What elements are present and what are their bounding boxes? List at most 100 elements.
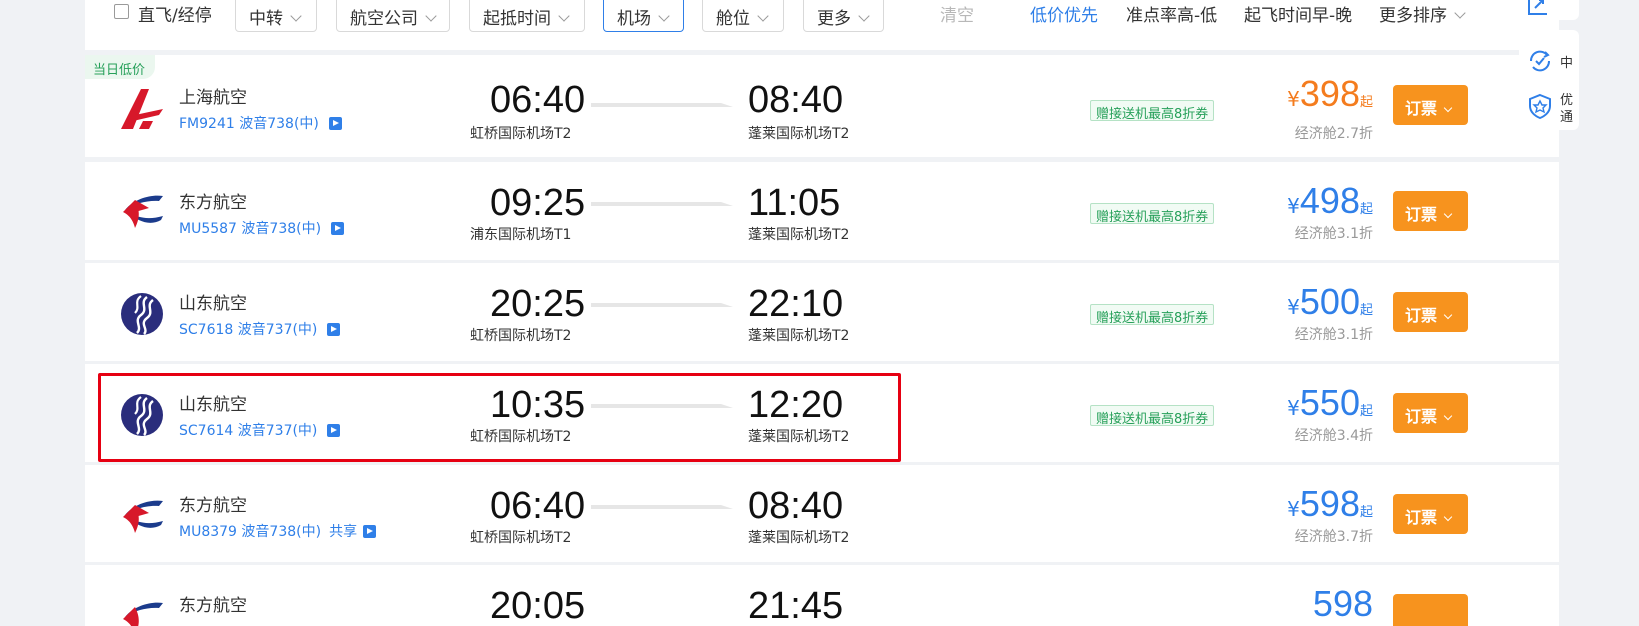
shanghai-airlines-logo: [121, 89, 163, 129]
flight-row[interactable]: 东方航空 20:05 21:45 598: [85, 565, 1559, 626]
price-suffix: 起: [1359, 505, 1373, 520]
arrival-time: 22:10: [748, 283, 844, 325]
departure-time: 20:25: [490, 283, 586, 325]
airline-dropdown-label: 航空公司: [350, 9, 418, 29]
flight-arrow-icon: [591, 505, 733, 509]
flight-row[interactable]: 当日低价 上海航空 FM9241 波音738(中) 06:40 虹桥国际机场T2…: [85, 55, 1559, 157]
play-icon[interactable]: [328, 117, 342, 130]
share-icon: [1528, 0, 1547, 15]
book-button-label: 订票: [1405, 306, 1438, 325]
china-eastern-logo: [123, 602, 163, 626]
price-amount: 550: [1299, 382, 1360, 423]
cabin-discount: 经济舱3.4折: [1294, 428, 1373, 444]
book-button-label: 订票: [1405, 407, 1438, 426]
book-button-label: 订票: [1405, 99, 1438, 118]
cabin-discount: 经济舱2.7折: [1294, 126, 1373, 142]
play-icon[interactable]: [327, 323, 341, 336]
sort-lowest-price[interactable]: 低价优先: [1030, 1, 1098, 26]
departure-time: 06:40: [490, 485, 586, 527]
currency-symbol: ¥: [1287, 87, 1300, 111]
price-amount: 598: [1312, 583, 1373, 624]
chevron-down-icon: [1443, 512, 1453, 522]
price: ¥598起: [1287, 483, 1373, 525]
side-tool-text: 中: [1560, 56, 1574, 71]
play-icon[interactable]: [331, 222, 345, 235]
arrival-time: 21:45: [748, 585, 844, 626]
price-suffix: 起: [1359, 303, 1373, 318]
flight-arrow-icon: [591, 103, 733, 107]
departure-airport: 浦东国际机场T1: [470, 227, 572, 243]
sort-departure-time[interactable]: 起飞时间早-晚: [1244, 1, 1352, 26]
flight-number: MU5587: [179, 221, 237, 237]
book-button[interactable]: [1393, 594, 1468, 626]
departure-airport: 虹桥国际机场T2: [470, 530, 572, 546]
currency-symbol: ¥: [1287, 396, 1300, 420]
flight-number: FM9241: [179, 116, 235, 132]
filter-bar: 直飞/经停 中转 航空公司 起抵时间 机场 舱位 更多 清空 低价优先 准点率高…: [85, 0, 1559, 50]
price: ¥550起: [1287, 382, 1373, 424]
cabin-dropdown[interactable]: 舱位: [702, 0, 784, 32]
flight-info[interactable]: MU8379 波音738(中) 共享: [179, 521, 377, 541]
cabin-discount: 经济舱3.7折: [1294, 529, 1373, 545]
chevron-down-icon: [1443, 310, 1453, 320]
price-suffix: 起: [1359, 202, 1373, 217]
price: ¥498起: [1287, 180, 1373, 222]
price-suffix: 起: [1359, 404, 1373, 419]
price-amount: 500: [1299, 281, 1360, 322]
flight-row[interactable]: 东方航空 MU5587 波音738(中) 09:25 浦东国际机场T1 11:0…: [85, 162, 1559, 260]
transfer-dropdown[interactable]: 中转: [235, 0, 317, 32]
book-button[interactable]: 订票: [1393, 191, 1468, 231]
chevron-down-icon: [1443, 103, 1453, 113]
more-filters-label: 更多: [817, 9, 851, 29]
flight-info[interactable]: SC7618 波音737(中): [179, 319, 341, 339]
airline-dropdown[interactable]: 航空公司: [336, 0, 450, 32]
share-tool[interactable]: [1519, 0, 1579, 20]
cabin-discount: 经济舱3.1折: [1294, 226, 1373, 242]
chevron-down-icon: [858, 10, 870, 22]
china-eastern-logo: [123, 195, 163, 228]
flight-info[interactable]: MU5587 波音738(中): [179, 218, 345, 238]
refresh-icon[interactable]: [1527, 48, 1553, 74]
china-eastern-logo: [123, 500, 163, 533]
airline-name: 上海航空: [179, 88, 247, 108]
chevron-down-icon: [290, 10, 302, 22]
price-amount: 498: [1299, 180, 1360, 221]
arrival-airport: 蓬莱国际机场T2: [748, 328, 850, 344]
aircraft-type: 波音738(中): [239, 116, 319, 132]
flight-row[interactable]: 山东航空 SC7618 波音737(中) 20:25 虹桥国际机场T2 22:1…: [85, 263, 1559, 361]
flight-number: MU8379: [179, 524, 237, 540]
play-icon[interactable]: [363, 525, 377, 538]
price: ¥500起: [1287, 281, 1373, 323]
book-button[interactable]: 订票: [1393, 85, 1468, 125]
chevron-down-icon: [1443, 209, 1453, 219]
flight-arrow-icon: [591, 303, 733, 307]
airport-dropdown-label: 机场: [617, 9, 651, 29]
flight-row[interactable]: 东方航空 MU8379 波音738(中) 共享 06:40 虹桥国际机场T2 08…: [85, 465, 1559, 562]
time-dropdown[interactable]: 起抵时间: [469, 0, 585, 32]
book-button[interactable]: 订票: [1393, 393, 1468, 433]
coupon-badge: 赠接送机最高8折券: [1090, 203, 1215, 225]
flight-list-panel: 直飞/经停 中转 航空公司 起抵时间 机场 舱位 更多 清空 低价优先 准点率高…: [85, 0, 1559, 626]
coupon-badge: 赠接送机最高8折券: [1090, 100, 1215, 122]
currency-symbol: ¥: [1287, 194, 1300, 218]
airport-dropdown[interactable]: 机场: [603, 0, 684, 32]
chevron-down-icon: [558, 10, 570, 22]
flight-info[interactable]: FM9241 波音738(中): [179, 113, 342, 133]
sort-more-dropdown[interactable]: 更多排序: [1379, 1, 1466, 26]
book-button[interactable]: 订票: [1393, 494, 1468, 534]
sort-more-label: 更多排序: [1379, 6, 1447, 26]
clear-filters-button[interactable]: 清空: [940, 1, 974, 26]
shandong-airlines-logo: [121, 293, 163, 335]
sort-on-time-rate[interactable]: 准点率高-低: [1126, 1, 1217, 26]
more-filters-dropdown[interactable]: 更多: [803, 0, 884, 32]
currency-symbol: ¥: [1287, 295, 1300, 319]
arrival-time: 08:40: [748, 485, 844, 527]
book-button-label: 订票: [1405, 205, 1438, 224]
departure-time: 09:25: [490, 182, 586, 224]
direct-flight-label[interactable]: 直飞/经停: [138, 1, 212, 26]
shield-icon[interactable]: [1527, 93, 1553, 119]
direct-flight-checkbox[interactable]: [114, 4, 129, 19]
book-button[interactable]: 订票: [1393, 292, 1468, 332]
price: 598: [1313, 583, 1373, 625]
price-amount: 398: [1299, 73, 1360, 114]
